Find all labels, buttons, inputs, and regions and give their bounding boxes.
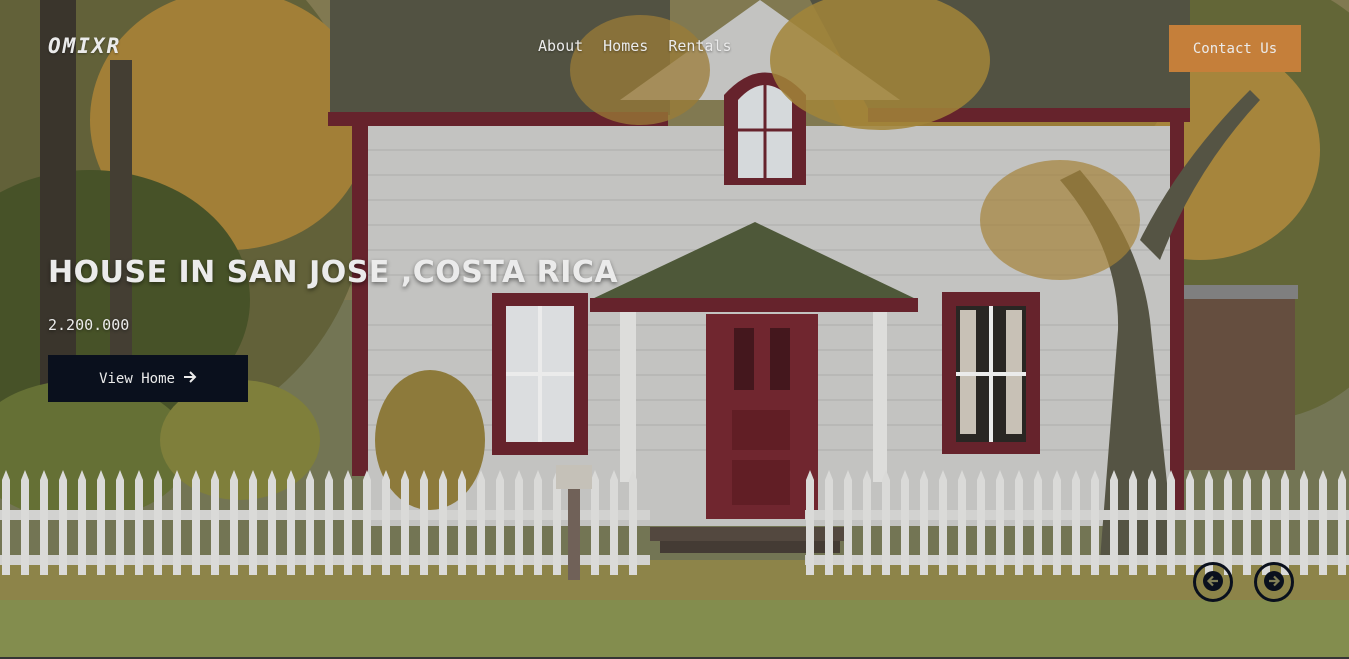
- hero-title: HOUSE IN SAN JOSE ,COSTA RICA: [48, 255, 619, 290]
- hero-background-image: [0, 0, 1349, 659]
- contact-us-button[interactable]: Contact Us: [1169, 25, 1301, 72]
- hero-section: OMIXR About Homes Rentals Contact Us HOU…: [0, 0, 1349, 659]
- arrow-right-circle-icon: [1263, 570, 1285, 595]
- view-home-button[interactable]: View Home: [48, 355, 248, 402]
- nav-item-about[interactable]: About: [538, 37, 583, 55]
- brand-logo[interactable]: OMIXR: [48, 34, 121, 58]
- slider-prev-button[interactable]: [1193, 562, 1233, 602]
- main-nav: About Homes Rentals: [538, 37, 732, 55]
- slider-next-button[interactable]: [1254, 562, 1294, 602]
- nav-item-homes[interactable]: Homes: [603, 37, 648, 55]
- arrow-right-icon: [183, 370, 197, 388]
- nav-item-rentals[interactable]: Rentals: [668, 37, 731, 55]
- view-home-label: View Home: [99, 370, 175, 387]
- arrow-left-circle-icon: [1202, 570, 1224, 595]
- hero-price: 2.200.000: [48, 316, 130, 334]
